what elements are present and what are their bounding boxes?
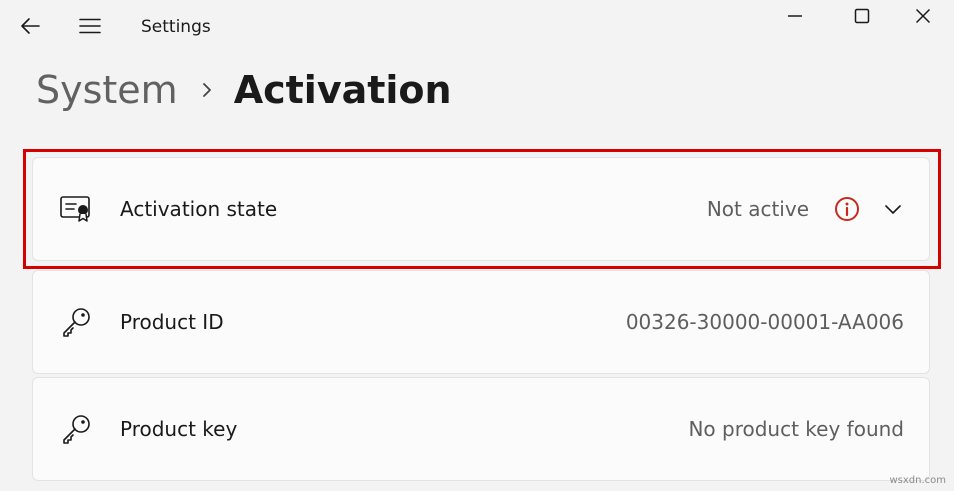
close-icon	[915, 8, 931, 24]
watermark: wsxdn.com	[889, 475, 946, 486]
minimize-button[interactable]	[764, 0, 826, 32]
key-icon	[57, 303, 95, 341]
hamburger-menu-icon	[79, 18, 101, 34]
close-button[interactable]	[892, 0, 954, 32]
activation-status-value: Not active	[706, 197, 809, 221]
activation-state-label: Activation state	[120, 197, 278, 221]
product-key-label: Product key	[120, 417, 238, 441]
page-title: Activation	[233, 68, 452, 112]
info-icon	[833, 195, 861, 223]
maximize-button[interactable]	[831, 0, 893, 32]
certificate-icon	[57, 190, 95, 228]
breadcrumb: System Activation	[36, 62, 452, 118]
maximize-icon	[854, 8, 870, 24]
activation-state-card[interactable]: Activation state Not active	[32, 157, 930, 261]
title-bar: Settings	[0, 0, 954, 54]
product-key-value: No product key found	[688, 417, 904, 441]
breadcrumb-system-link[interactable]: System	[36, 65, 178, 115]
product-id-value: 00326-30000-00001-AA006	[625, 310, 904, 334]
chevron-down-icon[interactable]	[881, 197, 905, 221]
product-key-card: Product key No product key found	[32, 377, 930, 481]
minimize-icon	[788, 15, 802, 17]
chevron-right-icon	[202, 82, 212, 98]
app-title: Settings	[141, 17, 211, 37]
key-icon	[57, 410, 95, 448]
product-id-label: Product ID	[120, 310, 224, 334]
product-id-card: Product ID 00326-30000-00001-AA006	[32, 270, 930, 374]
back-button[interactable]	[10, 8, 50, 44]
navigation-menu-button[interactable]	[70, 8, 110, 44]
back-arrow-icon	[21, 18, 40, 34]
